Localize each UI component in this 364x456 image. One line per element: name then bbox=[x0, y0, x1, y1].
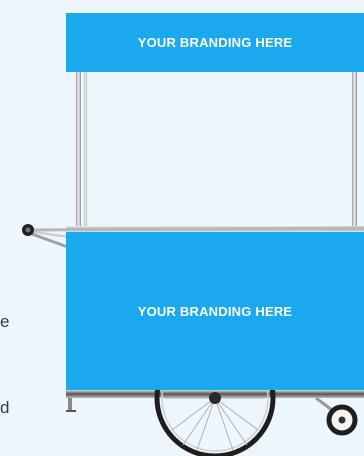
caster-wheel bbox=[315, 396, 358, 436]
bottom-branding-text: YOUR BRANDING HERE bbox=[137, 303, 293, 319]
top-branding-banner: YOUR BRANDING HERE bbox=[66, 13, 364, 72]
bottom-rail-post-2 bbox=[66, 410, 76, 412]
handle-bar-upper bbox=[29, 226, 364, 232]
left-pole-inner bbox=[84, 72, 87, 232]
cart-scene: YOUR BRANDING HERE YOUR BRANDING HERE e … bbox=[0, 0, 364, 456]
side-text-fragment-2: d bbox=[0, 398, 10, 417]
left-pole bbox=[76, 72, 81, 232]
top-branding-text: YOUR BRANDING HERE bbox=[137, 35, 293, 50]
bottom-branding-banner: YOUR BRANDING HERE bbox=[66, 232, 364, 390]
handle-knob-center bbox=[25, 227, 31, 233]
right-pole bbox=[352, 72, 357, 232]
side-text-fragment-1: e bbox=[0, 312, 10, 331]
bottom-rail-post bbox=[68, 398, 72, 410]
